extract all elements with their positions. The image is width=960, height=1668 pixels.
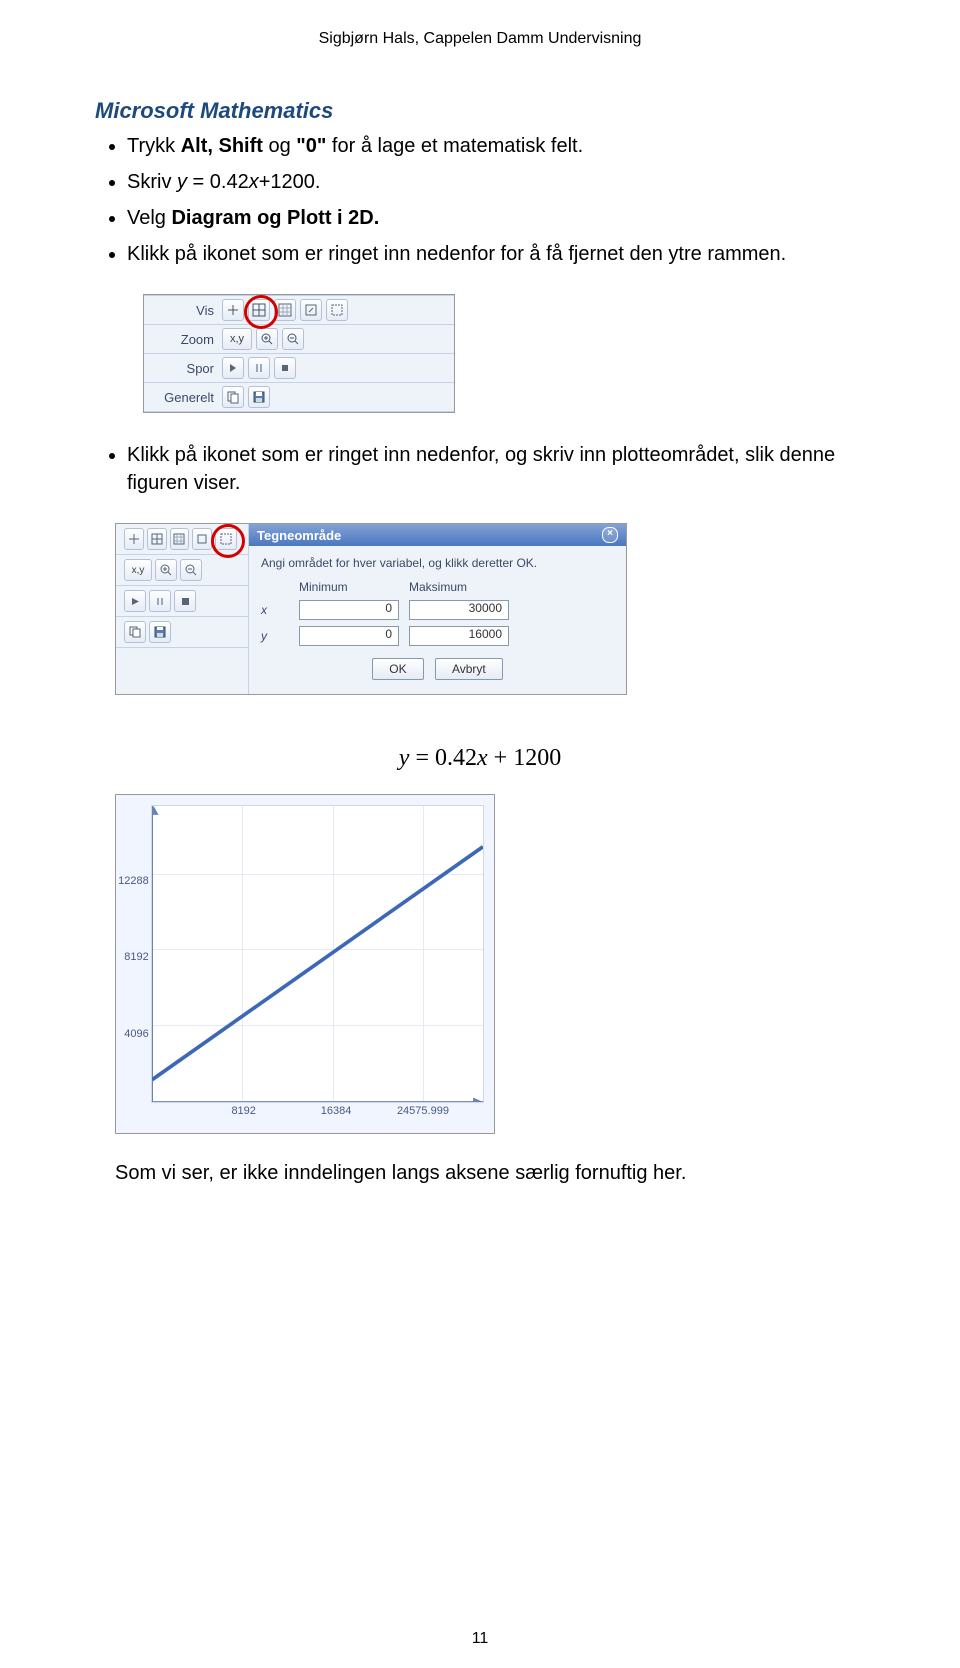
y-tick: 4096 <box>124 1028 148 1040</box>
panel-screenshot-1: Vis Zoom x,y <box>143 294 455 413</box>
zoom-xy-icon[interactable]: x,y <box>222 328 252 350</box>
zoom-xy-icon[interactable]: x,y <box>124 559 152 581</box>
zoom-out-icon[interactable] <box>282 328 304 350</box>
play-icon[interactable] <box>222 357 244 379</box>
close-icon[interactable]: × <box>602 527 618 543</box>
y-tick: 12288 <box>118 875 149 887</box>
row-y-label: y <box>261 629 289 643</box>
save-icon[interactable] <box>149 621 171 643</box>
list-item: Trykk Alt, Shift og "0" for å lage et ma… <box>127 132 865 160</box>
row-x-label: x <box>261 603 289 617</box>
panel-icon[interactable] <box>192 528 212 550</box>
panel-icon[interactable] <box>300 299 322 321</box>
panel-row-label: Generelt <box>154 390 222 405</box>
copy-icon[interactable] <box>124 621 146 643</box>
section-title: Microsoft Mathematics <box>95 98 865 124</box>
ok-button[interactable]: OK <box>372 658 423 680</box>
panel-row-label: Spor <box>154 361 222 376</box>
instruction-list-1: Trykk Alt, Shift og "0" for å lage et ma… <box>127 132 865 268</box>
play-icon[interactable] <box>124 590 146 612</box>
zoom-in-icon[interactable] <box>155 559 177 581</box>
footer-sentence: Som vi ser, er ikke inndelingen langs ak… <box>115 1162 845 1185</box>
list-item: Klikk på ikonet som er ringet inn nedenf… <box>127 240 865 268</box>
zoom-in-icon[interactable] <box>256 328 278 350</box>
ymin-input[interactable]: 0 <box>299 626 399 646</box>
line-chart: y x 4096 8192 122 <box>115 794 495 1134</box>
x-tick: 16384 <box>321 1105 352 1117</box>
grid-axes-icon[interactable] <box>222 299 244 321</box>
grid-axes-icon[interactable] <box>124 528 144 550</box>
ymax-input[interactable]: 16000 <box>409 626 509 646</box>
list-item: Klikk på ikonet som er ringet inn nedenf… <box>127 441 865 497</box>
zoom-out-icon[interactable] <box>180 559 202 581</box>
xmax-input[interactable]: 30000 <box>409 600 509 620</box>
stop-icon[interactable] <box>274 357 296 379</box>
panel-row-label: Vis <box>154 303 222 318</box>
instruction-list-2: Klikk på ikonet som er ringet inn nedenf… <box>127 441 865 497</box>
col-min-header: Minimum <box>299 580 399 594</box>
page-number: 11 <box>0 1630 960 1648</box>
remove-frame-icon[interactable] <box>248 299 270 321</box>
col-max-header: Maksimum <box>409 580 509 594</box>
y-tick: 8192 <box>124 951 148 963</box>
dialog-title: Tegneområde <box>257 528 341 543</box>
remove-frame-icon[interactable] <box>147 528 167 550</box>
copy-icon[interactable] <box>222 386 244 408</box>
x-tick: 8192 <box>231 1105 255 1117</box>
plot-area: 4096 8192 12288 8192 16384 24575.999 <box>151 805 484 1103</box>
list-item: Velg Diagram og Plott i 2D. <box>127 204 865 232</box>
stop-icon[interactable] <box>174 590 196 612</box>
x-tick: 24575.999 <box>397 1105 449 1117</box>
pause-icon[interactable] <box>248 357 270 379</box>
panel-screenshot-2: x,y <box>115 523 627 695</box>
pause-icon[interactable] <box>149 590 171 612</box>
panel-row-label: Zoom <box>154 332 222 347</box>
equation: y = 0.42x + 1200 <box>95 745 865 772</box>
grid-icon[interactable] <box>170 528 190 550</box>
cancel-button[interactable]: Avbryt <box>435 658 503 680</box>
page-header: Sigbjørn Hals, Cappelen Damm Undervisnin… <box>95 30 865 48</box>
list-item: Skriv y = 0.42x+1200. <box>127 168 865 196</box>
xmin-input[interactable]: 0 <box>299 600 399 620</box>
save-icon[interactable] <box>248 386 270 408</box>
range-icon[interactable] <box>215 528 237 550</box>
dialog-text: Angi området for hver variabel, og klikk… <box>261 556 614 570</box>
range-icon[interactable] <box>326 299 348 321</box>
